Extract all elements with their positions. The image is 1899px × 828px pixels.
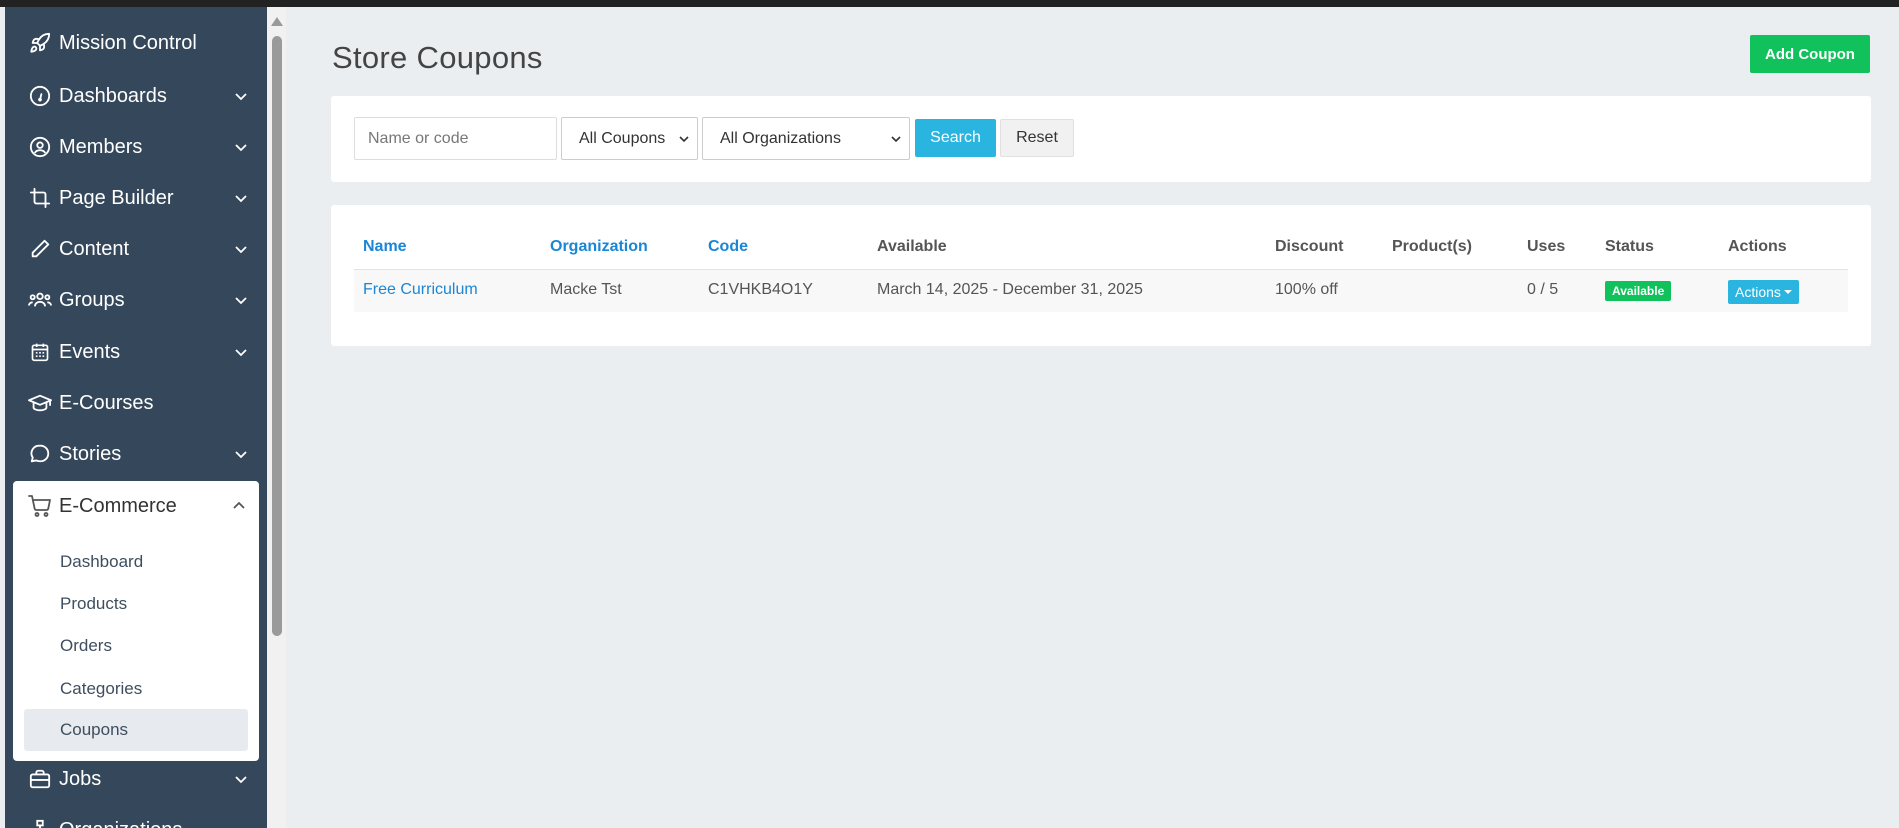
submenu-item-orders[interactable]: Orders	[24, 625, 248, 667]
chevron-down-icon	[233, 139, 249, 155]
submenu-item-coupons[interactable]: Coupons	[24, 709, 248, 751]
row-actions-dropdown-button[interactable]: Actions	[1728, 280, 1799, 304]
chevron-down-icon	[233, 344, 249, 360]
chevron-down-icon	[233, 446, 249, 462]
sidebar-item-page-builder[interactable]: Page Builder	[5, 173, 267, 223]
sidebar-item-label: Organizations	[59, 819, 182, 828]
coupon-name-link[interactable]: Free Curriculum	[363, 281, 478, 299]
submenu-item-categories[interactable]: Categories	[24, 668, 248, 710]
chevron-down-icon	[233, 771, 249, 787]
sidebar-item-label: Mission Control	[59, 31, 197, 54]
sidebar-item-e-courses[interactable]: E-Courses	[5, 378, 267, 428]
search-button[interactable]: Search	[915, 119, 996, 157]
submenu-item-dashboard[interactable]: Dashboard	[24, 541, 248, 583]
crop-icon	[28, 186, 52, 210]
coupon-code: C1VHKB4O1Y	[708, 281, 813, 298]
reset-button[interactable]: Reset	[1000, 119, 1074, 157]
sidebar-item-mission-control[interactable]: Mission Control	[5, 18, 267, 68]
organization-select[interactable]: All Organizations	[702, 117, 910, 160]
chevron-down-icon	[233, 292, 249, 308]
scrollbar-thumb[interactable]	[272, 36, 282, 636]
chevron-down-icon	[890, 133, 902, 145]
sidebar-item-label: Groups	[59, 288, 125, 311]
gauge-icon	[28, 84, 52, 108]
coupon-available-range: March 14, 2025 - December 31, 2025	[877, 281, 1143, 298]
column-header-discount: Discount	[1275, 238, 1344, 255]
page-title: Store Coupons	[332, 40, 543, 75]
column-header-code[interactable]: Code	[708, 238, 748, 256]
sidebar-item-label: Dashboards	[59, 84, 167, 107]
user-circle-icon	[28, 135, 52, 159]
sidebar-item-groups[interactable]: Groups	[5, 275, 267, 325]
sidebar-item-label: Stories	[59, 442, 122, 465]
column-header-products: Product(s)	[1392, 238, 1472, 255]
pencil-icon	[28, 237, 52, 261]
coupon-type-select[interactable]: All Coupons	[561, 117, 698, 160]
sidebar-item-jobs[interactable]: Jobs	[5, 754, 267, 804]
sitemap-icon	[28, 818, 52, 828]
sidebar-item-label: Content	[59, 237, 130, 260]
coupon-organization: Macke Tst	[550, 281, 622, 298]
column-header-actions: Actions	[1728, 238, 1787, 255]
sidebar-item-e-commerce[interactable]: E-Commerce	[13, 481, 259, 531]
actions-label: Actions	[1735, 284, 1781, 300]
sidebar-item-content[interactable]: Content	[5, 224, 267, 274]
sidebar-item-label: Members	[59, 135, 143, 158]
cart-icon	[28, 494, 52, 518]
sidebar-item-events[interactable]: Events	[5, 327, 267, 377]
sidebar-item-label: Events	[59, 340, 121, 363]
organization-value: All Organizations	[720, 129, 841, 147]
caret-down-icon	[1783, 290, 1792, 294]
graduation-cap-icon	[28, 391, 52, 415]
sidebar-item-stories[interactable]: Stories	[5, 429, 267, 479]
coupon-discount: 100% off	[1275, 281, 1338, 298]
briefcase-icon	[28, 767, 52, 791]
sidebar-item-organizations[interactable]: Organizations	[5, 805, 267, 828]
column-header-available: Available	[877, 238, 947, 255]
submenu-item-products[interactable]: Products	[24, 583, 248, 625]
sidebar-item-label: Page Builder	[59, 186, 174, 209]
top-bar	[0, 0, 1899, 7]
ecommerce-submenu: E-Commerce Dashboard Products Orders Cat…	[13, 481, 259, 761]
chevron-down-icon	[233, 190, 249, 206]
sidebar-item-label: Jobs	[59, 767, 102, 790]
column-header-status: Status	[1605, 238, 1654, 255]
column-header-uses: Uses	[1527, 238, 1566, 255]
chevron-down-icon	[678, 133, 690, 145]
column-header-organization[interactable]: Organization	[550, 238, 648, 256]
coupon-uses: 0 / 5	[1527, 281, 1559, 298]
add-coupon-button[interactable]: Add Coupon	[1750, 35, 1870, 73]
sidebar: Mission Control Dashboards Members Page …	[5, 7, 267, 828]
status-badge: Available	[1605, 281, 1672, 301]
sidebar-item-label: E-Courses	[59, 391, 154, 414]
search-input[interactable]	[354, 117, 557, 160]
chevron-down-icon	[233, 88, 249, 104]
sidebar-item-members[interactable]: Members	[5, 122, 267, 172]
rocket-icon	[28, 31, 52, 55]
coupon-type-value: All Coupons	[579, 129, 666, 147]
chat-bubble-icon	[28, 442, 52, 466]
chevron-down-icon	[233, 241, 249, 257]
calendar-icon	[28, 340, 52, 364]
scroll-up-arrow-icon[interactable]	[271, 17, 283, 26]
sidebar-item-label: E-Commerce	[59, 495, 177, 517]
chevron-up-icon	[231, 498, 247, 514]
sidebar-item-dashboards[interactable]: Dashboards	[5, 71, 267, 121]
column-header-name[interactable]: Name	[363, 238, 407, 256]
users-icon	[28, 288, 52, 312]
